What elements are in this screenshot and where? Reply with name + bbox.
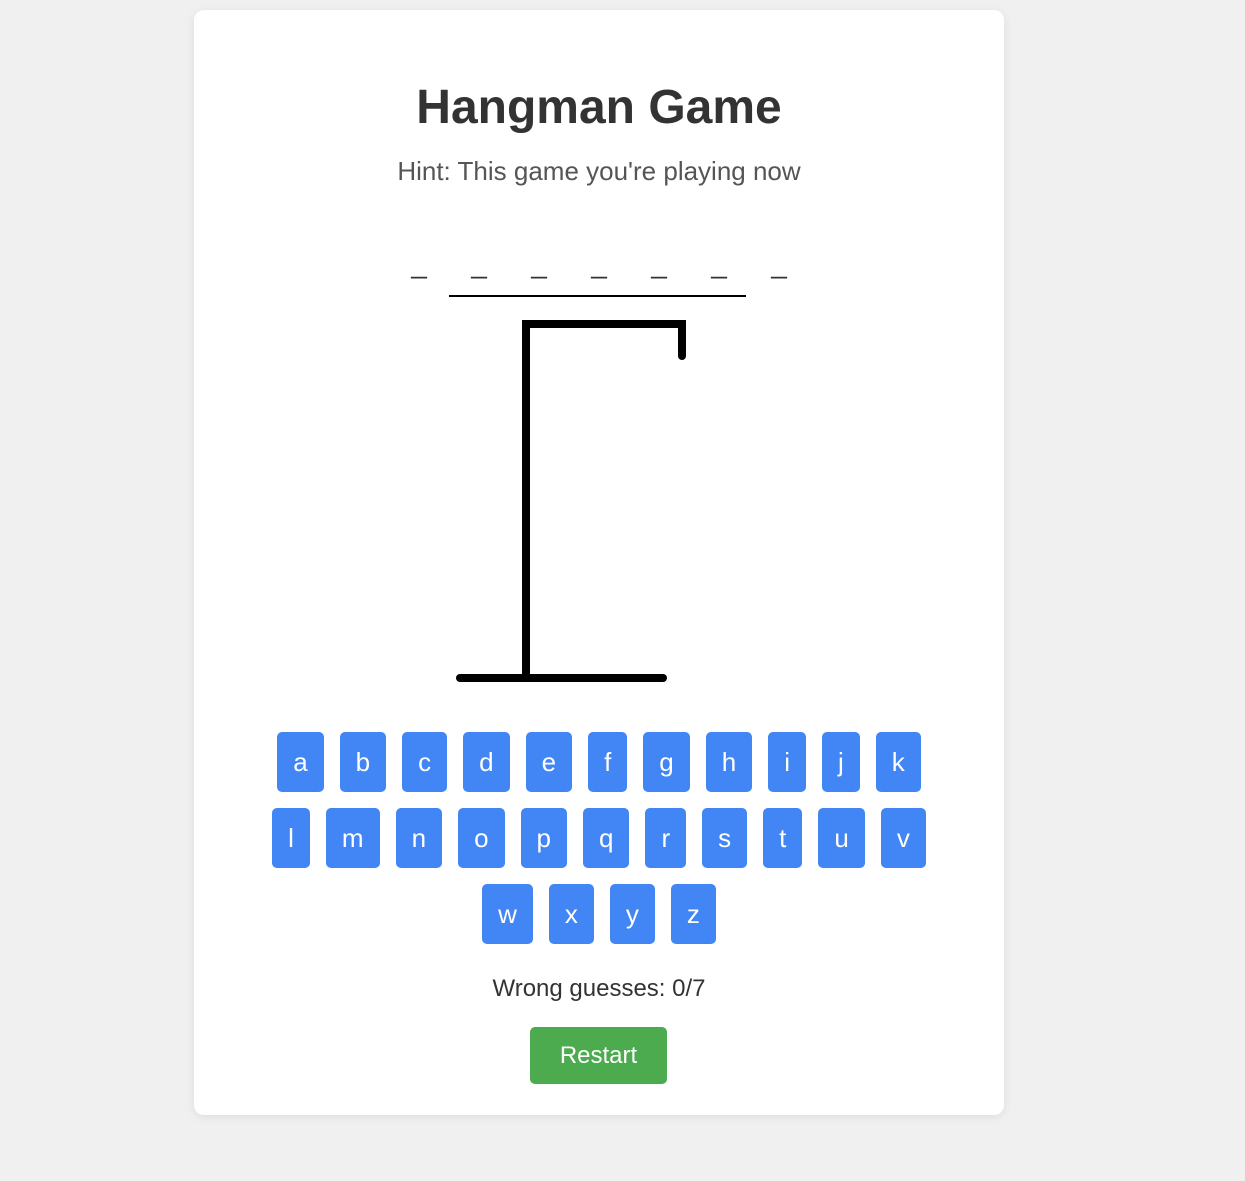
letter-button-z[interactable]: z <box>670 884 716 944</box>
wrong-guesses-counter: Wrong guesses: 0/7 <box>492 975 706 1002</box>
letter-button-i[interactable]: i <box>768 732 807 792</box>
word-letter-slot: _ <box>711 248 727 279</box>
letter-button-f[interactable]: f <box>588 732 628 792</box>
word-letter-slot: _ <box>531 248 547 279</box>
word-display: _ _ _ _ _ _ _ <box>194 246 1004 282</box>
word-letter-slot: _ <box>411 248 427 279</box>
letter-button-h[interactable]: h <box>705 732 753 792</box>
letter-button-g[interactable]: g <box>643 732 690 792</box>
letter-keyboard: abcdefghijk lmnopqrstuv wxyz <box>246 724 952 952</box>
letter-button-u[interactable]: u <box>818 808 865 868</box>
letter-button-q[interactable]: q <box>583 808 630 868</box>
letter-button-n[interactable]: n <box>395 808 443 868</box>
letter-button-c[interactable]: c <box>402 732 448 792</box>
word-letter-slot: _ <box>471 248 487 279</box>
letter-button-w[interactable]: w <box>482 884 533 944</box>
letter-button-x[interactable]: x <box>548 884 594 944</box>
letter-button-s[interactable]: s <box>702 808 748 868</box>
letter-button-l[interactable]: l <box>272 808 310 868</box>
restart-button[interactable]: Restart <box>530 1027 667 1084</box>
letter-button-j[interactable]: j <box>822 732 860 792</box>
letter-button-t[interactable]: t <box>763 808 803 868</box>
page-title: Hangman Game <box>416 81 782 134</box>
letter-button-d[interactable]: d <box>463 732 510 792</box>
letter-button-o[interactable]: o <box>458 808 505 868</box>
letter-button-e[interactable]: e <box>525 732 573 792</box>
letter-button-a[interactable]: a <box>277 732 324 792</box>
letter-button-y[interactable]: y <box>609 884 655 944</box>
letter-button-m[interactable]: m <box>325 808 380 868</box>
letter-button-p[interactable]: p <box>520 808 567 868</box>
letter-button-k[interactable]: k <box>875 732 921 792</box>
letter-button-b[interactable]: b <box>339 732 387 792</box>
hint-text: Hint: This game you're playing now <box>397 156 801 186</box>
word-letter-slot: _ <box>651 248 667 279</box>
word-letter-slot: _ <box>591 248 607 279</box>
word-letter-slot: _ <box>771 248 787 279</box>
letter-button-r[interactable]: r <box>645 808 687 868</box>
gallows-drawing <box>449 295 746 682</box>
letter-button-v[interactable]: v <box>880 808 926 868</box>
game-card: Hangman Game Hint: This game you're play… <box>194 10 1004 1115</box>
